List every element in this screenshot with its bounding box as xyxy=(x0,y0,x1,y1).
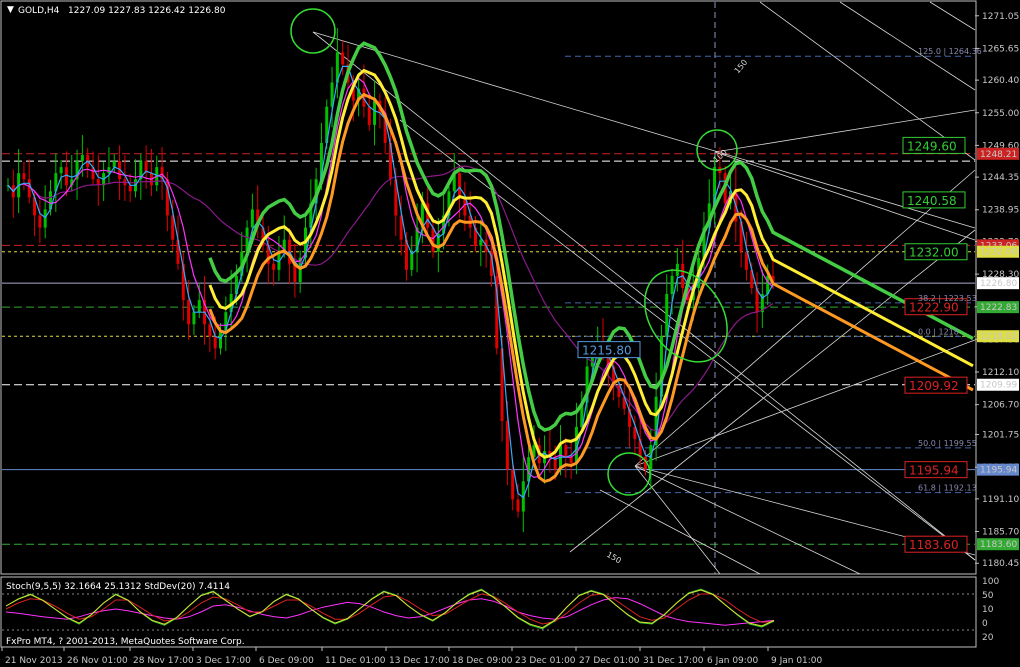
y-tick-label: 1191.10 xyxy=(982,495,1019,505)
candle-body xyxy=(564,445,568,458)
x-tick-label: 6 Jan 09:00 xyxy=(707,656,759,666)
candle-body xyxy=(27,179,31,198)
candle-body xyxy=(128,185,132,192)
x-tick-label: 28 Nov 17:00 xyxy=(133,656,194,666)
x-tick-label: 18 Dec 09:00 xyxy=(452,656,513,666)
candle-body xyxy=(112,161,116,168)
y-tick-label: 1206.70 xyxy=(982,401,1019,411)
x-tick-label: 26 Nov 01:00 xyxy=(67,656,128,666)
candle-body xyxy=(458,173,462,198)
x-tick-label: 21 Nov 2013 xyxy=(5,656,63,666)
indicator-title: Stoch(9,5,5) 32.1664 25.1312 StdDev(20) … xyxy=(6,582,230,592)
candle-body xyxy=(367,106,371,125)
candle-body xyxy=(431,227,435,252)
chart-dropdown-icon[interactable]: ▼ xyxy=(7,5,14,15)
y-tick-label: 1271.05 xyxy=(982,12,1019,22)
y-tick-label: 1180.45 xyxy=(982,559,1019,569)
x-tick-label: 31 Dec 17:00 xyxy=(643,656,704,666)
y-tick-label: 1265.65 xyxy=(982,44,1019,54)
candle-body xyxy=(219,330,222,349)
candle-body xyxy=(665,294,669,337)
x-tick-label: 9 Jan 01:00 xyxy=(771,656,823,666)
y-tick-label: 1260.40 xyxy=(982,76,1019,86)
sub-tick-label: 0 xyxy=(982,619,988,629)
price-box-label: 1240.58 xyxy=(907,194,957,208)
axis-tag-label: 1232.00 xyxy=(980,248,1017,258)
candle-body xyxy=(43,209,47,228)
x-tick-label: 3 Dec 17:00 xyxy=(196,656,251,666)
time-axis: 21 Nov 2013 26 Nov 01:00 28 Nov 17:00 3 Dec… xyxy=(1,647,823,666)
y-tick-label: 1201.75 xyxy=(982,431,1019,441)
price-chart[interactable]: 1249.601240.581232.001222.901215.801209.… xyxy=(0,0,1020,667)
candle-body xyxy=(22,173,26,180)
y-tick-label: 1244.35 xyxy=(982,173,1019,183)
candle-body xyxy=(59,167,63,174)
candle-body xyxy=(341,52,345,65)
axis-tag-label: 1218.02 xyxy=(980,332,1017,342)
sub-tick-label: 10 xyxy=(982,605,994,615)
price-box-label: 1232.00 xyxy=(909,246,959,260)
axis-tag-label: 1195.94 xyxy=(980,466,1017,476)
candle-body xyxy=(272,263,276,270)
sub-tick-label: 50 xyxy=(982,591,994,601)
price-axis: 1271.051265.651260.401255.001249.601244.… xyxy=(975,12,1019,569)
candle-body xyxy=(373,100,377,125)
candle-body xyxy=(250,209,254,228)
x-tick-label: 27 Dec 01:00 xyxy=(579,656,640,666)
axis-tag-label: 1222.83 xyxy=(980,303,1017,313)
price-box-label: 1249.60 xyxy=(907,139,957,153)
axis-tag-label: 1226.80 xyxy=(980,279,1017,289)
price-box-label: 1195.94 xyxy=(909,464,959,478)
y-tick-label: 1238.95 xyxy=(982,206,1019,216)
candle-body xyxy=(107,167,111,174)
price-box-label: 1215.80 xyxy=(582,344,632,358)
x-tick-label: 23 Dec 01:00 xyxy=(515,656,576,666)
y-tick-label: 1212.10 xyxy=(982,368,1019,378)
copyright-text: FxPro MT4, ? 2001-2013, MetaQuotes Softw… xyxy=(6,637,245,647)
candle-body xyxy=(213,336,217,349)
y-tick-label: 1255.00 xyxy=(982,109,1019,119)
sub-tick-label: 100 xyxy=(982,577,999,587)
axis-tag-label: 1209.99 xyxy=(980,381,1017,391)
axis-tag-label: 1248.21 xyxy=(980,150,1017,160)
symbol-label: GOLD,H4 xyxy=(18,6,60,16)
candle-body xyxy=(569,457,573,464)
main-chart-frame xyxy=(0,0,977,575)
candle-body xyxy=(670,275,674,295)
candle-body xyxy=(80,155,84,162)
x-tick-label: 6 Dec 09:00 xyxy=(259,656,314,666)
candle-body xyxy=(197,300,201,313)
ohlc-readout: 1227.09 1227.83 1226.42 1226.80 xyxy=(68,6,226,16)
candle-body xyxy=(38,215,42,228)
fibo-label: 38.2 | 1223.53 xyxy=(918,294,977,303)
price-box-label: 1209.92 xyxy=(909,379,959,393)
fibo-label: 61.8 | 1192.13 xyxy=(918,484,977,493)
axis-tag-label: 1183.60 xyxy=(980,540,1017,550)
x-tick-label: 11 Dec 01:00 xyxy=(325,656,386,666)
candle-body xyxy=(479,239,483,246)
fibo-label: 50.0 | 1199.55 xyxy=(918,439,977,448)
fibo-label: 125.0 | 1264.36 xyxy=(918,47,982,56)
candle-body xyxy=(516,499,520,512)
candle-body xyxy=(192,312,196,325)
candle-body xyxy=(208,324,212,337)
fibo-label: 0.0 | 1218 xyxy=(918,327,959,336)
candle-body xyxy=(187,300,191,325)
sub-tick-label: 20 xyxy=(982,633,994,643)
x-tick-label: 13 Dec 17:00 xyxy=(389,656,450,666)
candle-body xyxy=(511,469,515,500)
y-tick-label: 1185.70 xyxy=(982,528,1019,538)
price-box-label: 1183.60 xyxy=(909,538,959,552)
